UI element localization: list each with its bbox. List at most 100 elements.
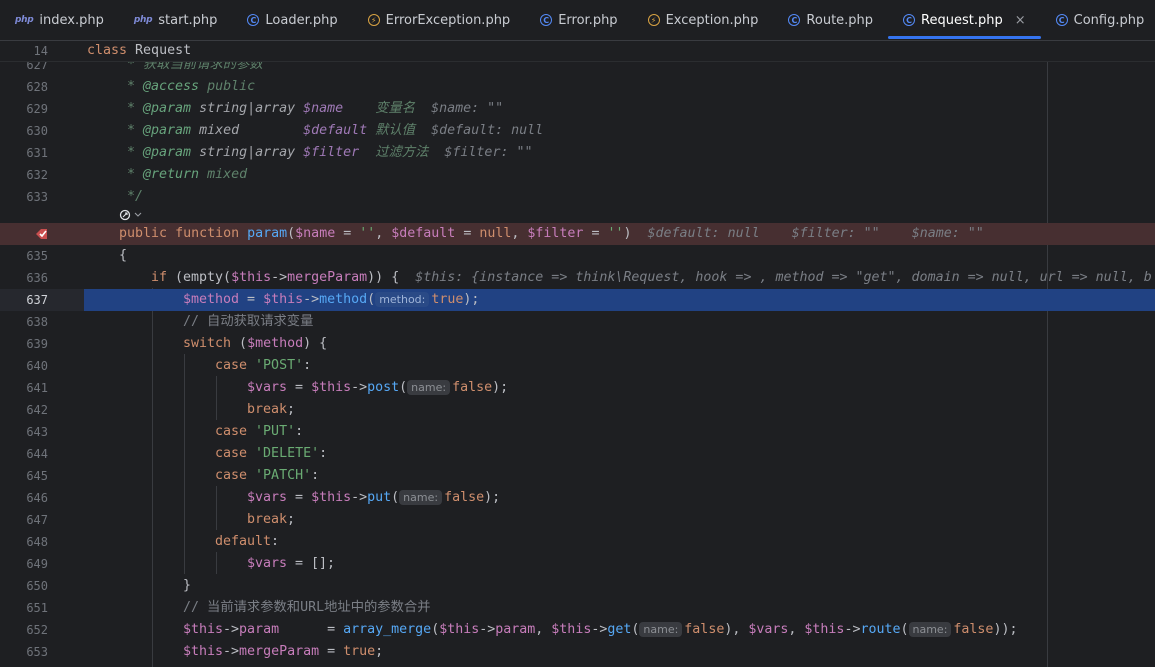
code-line: 640 case 'POST': (0, 355, 1155, 377)
tab-label: Config.php (1073, 12, 1145, 28)
line-number: 630 (26, 124, 48, 138)
sticky-scope-header[interactable]: 14 class Request (0, 41, 1155, 62)
tab-label: index.php (39, 12, 104, 28)
code-line: 632 * @return mixed (0, 164, 1155, 186)
code-line: 635 { (0, 245, 1155, 267)
code-line: 652 $this->param = array_merge($this->pa… (0, 619, 1155, 641)
tab-config-php[interactable]: C Config.php (1041, 0, 1155, 40)
code-editor[interactable]: 627 * 获取当前请求的参数 628 * @access public 629… (0, 62, 1155, 667)
line-number: 642 (26, 403, 48, 417)
code-line: 643 case 'PUT': (0, 421, 1155, 443)
code-line: 646 $vars = $this->put(name: false); (0, 487, 1155, 509)
tab-label: Request.php (921, 12, 1003, 28)
code-line: 630 * @param mixed $default 默认值 $default… (0, 120, 1155, 142)
code-line: 645 case 'PATCH': (0, 465, 1155, 487)
line-number: 641 (26, 381, 48, 395)
class-icon: C (540, 14, 553, 26)
line-number: 652 (26, 623, 48, 637)
line-number: 636 (26, 271, 48, 285)
line-number: 635 (26, 249, 48, 263)
code-line: 629 * @param string|array $name 变量名 $nam… (0, 98, 1155, 120)
line-number: 628 (26, 80, 48, 94)
tab-error-php[interactable]: C Error.php (525, 0, 632, 40)
tab-loader-php[interactable]: C Loader.php (232, 0, 352, 40)
line-number: 651 (26, 601, 48, 615)
line-number: 633 (26, 190, 48, 204)
tab-start-php[interactable]: php start.php (119, 0, 233, 40)
override-icon[interactable] (119, 209, 143, 221)
line-number: 647 (26, 513, 48, 527)
line-number: 644 (26, 447, 48, 461)
line-number: 631 (26, 146, 48, 160)
code-line: 641 $vars = $this->post(name: false); (0, 377, 1155, 399)
tab-label: Route.php (806, 12, 874, 28)
debug-inline-value: $this: {instance => think\Request, hook … (415, 270, 1152, 285)
sticky-code: class Request (87, 43, 192, 58)
editor-tab-bar: php index.php php start.php C Loader.php… (0, 0, 1155, 41)
code-line: 642 break; (0, 399, 1155, 421)
line-number: 646 (26, 491, 48, 505)
current-line-gutter: 637 (0, 289, 84, 311)
code-line: 648 default: (0, 531, 1155, 553)
code-line: 628 * @access public (0, 76, 1155, 98)
code-line: 647 break; (0, 509, 1155, 531)
debug-inline-value: $default: null (647, 226, 760, 241)
line-number: 653 (26, 645, 48, 659)
tab-label: start.php (158, 12, 218, 28)
line-number: 629 (26, 102, 48, 116)
code-line: 627 * 获取当前请求的参数 (0, 62, 1155, 76)
code-line: 631 * @param string|array $filter 过滤方法 $… (0, 142, 1155, 164)
parameter-hint: name: (639, 622, 683, 637)
tab-label: ErrorException.php (385, 12, 511, 28)
parameter-hint: name: (407, 380, 451, 395)
tab-label: Exception.php (665, 12, 759, 28)
parameter-hint: name: (908, 622, 952, 637)
class-icon: C (1055, 14, 1068, 26)
tab-label: Loader.php (265, 12, 338, 28)
line-number: 14 (33, 44, 48, 58)
line-number: 627 (26, 62, 48, 72)
line-number: 639 (26, 337, 48, 351)
line-number: 650 (26, 579, 48, 593)
line-number: 648 (26, 535, 48, 549)
php-file-icon: php (15, 15, 34, 25)
tab-route-php[interactable]: C Route.php (773, 0, 888, 40)
php-file-icon: php (133, 15, 153, 25)
tab-label: Error.php (558, 12, 618, 28)
line-number: 638 (26, 315, 48, 329)
code-line: 636 if (empty($this->mergeParam)) { $thi… (0, 267, 1155, 289)
code-line: 644 case 'DELETE': (0, 443, 1155, 465)
code-line: 633 */ (0, 186, 1155, 208)
code-line: 649 $vars = []; (0, 553, 1155, 575)
tab-errorexception-php[interactable]: ⚡ ErrorException.php (353, 0, 526, 40)
line-number: 649 (26, 557, 48, 571)
code-line: 650 } (0, 575, 1155, 597)
code-line: 653 $this->mergeParam = true; (0, 641, 1155, 663)
line-number: 632 (26, 168, 48, 182)
parameter-hint: method: (375, 292, 430, 307)
line-number: 645 (26, 469, 48, 483)
breakpoint-icon[interactable] (34, 227, 49, 241)
code-line: 639 switch ($method) { (0, 333, 1155, 355)
debug-inline-value: $filter: "" (791, 226, 880, 241)
class-icon: C (903, 14, 916, 26)
breakpoint-line: public function param($name = '', $defau… (0, 223, 1155, 245)
code-line: 638 // 自动获取请求变量 (0, 311, 1155, 333)
line-number: 643 (26, 425, 48, 439)
debug-inline-value: $name: "" (431, 101, 504, 116)
tab-request-php[interactable]: C Request.php × (888, 0, 1041, 40)
debug-inline-value: $default: null (431, 123, 544, 138)
line-number: 637 (26, 293, 48, 307)
current-execution-line: $method = $this->method(method: true); (84, 289, 1155, 311)
line-number: 640 (26, 359, 48, 373)
class-icon: C (788, 14, 801, 26)
class-icon: C (247, 14, 260, 26)
close-icon[interactable]: × (1015, 13, 1026, 28)
debug-inline-value: $name: "" (911, 226, 984, 241)
tab-exception-php[interactable]: ⚡ Exception.php (633, 0, 774, 40)
code-line: 651 // 当前请求参数和URL地址中的参数合并 (0, 597, 1155, 619)
exception-icon: ⚡ (647, 14, 660, 26)
parameter-hint: name: (399, 490, 443, 505)
debug-inline-value: $filter: "" (444, 145, 533, 160)
tab-index-php[interactable]: php index.php (0, 0, 119, 40)
